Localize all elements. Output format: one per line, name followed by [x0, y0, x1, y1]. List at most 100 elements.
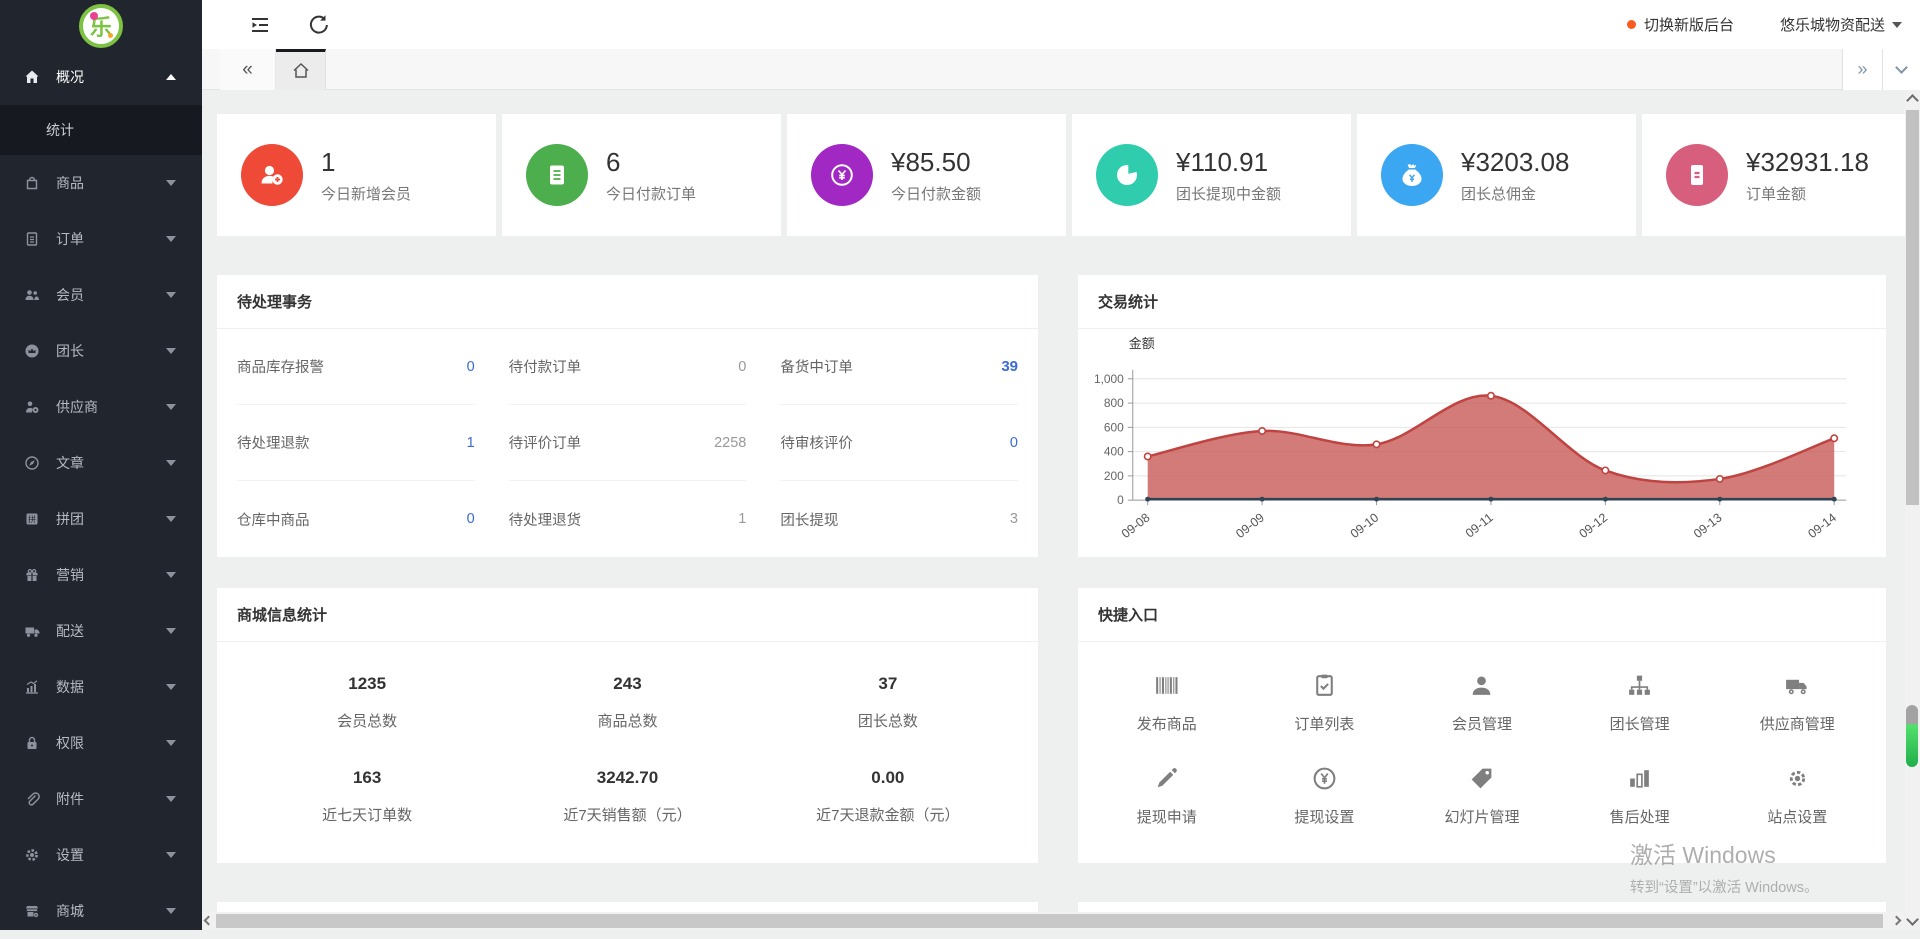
pending-value[interactable]: 3 — [1010, 511, 1018, 527]
stat-value: ¥3203.08 — [1461, 147, 1569, 178]
refresh-icon[interactable] — [306, 13, 330, 37]
chevron-down-icon — [166, 292, 176, 298]
sidebar-item-delivery[interactable]: 配送 — [0, 603, 202, 659]
quick-entry-supplier-management[interactable]: 供应商管理 — [1718, 656, 1876, 750]
scroll-up-arrow-icon[interactable] — [1906, 94, 1919, 107]
switch-new-admin-link[interactable]: 切换新版后台 — [1644, 14, 1734, 35]
pending-item-returns[interactable]: 待处理退货1 — [509, 481, 747, 557]
sidebar-item-settings[interactable]: 设置 — [0, 827, 202, 883]
sidebar-item-products[interactable]: 商品 — [0, 155, 202, 211]
panel-title: 快捷入口 — [1078, 588, 1886, 642]
pending-tasks-panel: 待处理事务 商品库存报警0 待付款订单0 备货中订单39 待处理退款1 待评价订… — [217, 275, 1038, 557]
sidebar-item-data[interactable]: 数据 — [0, 659, 202, 715]
quick-entry-order-list[interactable]: 订单列表 — [1246, 656, 1404, 750]
sidebar-item-group-buy[interactable]: 拼 拼团 — [0, 491, 202, 547]
sidebar-item-label: 营销 — [56, 565, 84, 585]
vertical-scrollbar[interactable] — [1905, 90, 1920, 930]
chevron-down-icon — [166, 908, 176, 914]
sidebar-item-suppliers[interactable]: 供应商 — [0, 379, 202, 435]
sidebar-item-permissions[interactable]: 权限 — [0, 715, 202, 771]
pending-item-stock-alert[interactable]: 商品库存报警0 — [237, 329, 475, 405]
scroll-left-arrow-icon[interactable] — [204, 916, 214, 926]
mall-stat-total-products: 243商品总数 — [497, 656, 757, 750]
status-dot — [1627, 20, 1636, 29]
pending-value[interactable]: 39 — [1001, 358, 1018, 375]
inner-scroll-indicator[interactable] — [1906, 705, 1918, 767]
sidebar-item-label: 数据 — [56, 677, 84, 697]
chevron-down-icon — [166, 460, 176, 466]
sidebar-item-marketing[interactable]: 营销 — [0, 547, 202, 603]
sidebar-item-attachments[interactable]: 附件 — [0, 771, 202, 827]
quick-entry-withdrawal-request[interactable]: 提现申请 — [1088, 750, 1246, 844]
chevron-down-icon — [166, 684, 176, 690]
mall-stats-grid: 1235会员总数 243商品总数 37团长总数 163近七天订单数 3242.7… — [217, 642, 1038, 863]
pending-value[interactable]: 2258 — [714, 435, 746, 451]
compass-icon — [24, 455, 40, 471]
sidebar-item-articles[interactable]: 文章 — [0, 435, 202, 491]
stat-card-order-amount: ¥32931.18订单金额 — [1642, 114, 1905, 236]
mall-stat-total-leaders: 37团长总数 — [758, 656, 1018, 750]
stat-card-withdrawing-amount: ¥110.91团长提现中金额 — [1072, 114, 1351, 236]
sidebar-item-group-leader[interactable]: 团长 — [0, 323, 202, 379]
pending-value[interactable]: 0 — [467, 359, 475, 375]
tabbar: « » — [202, 49, 1920, 90]
receipt-icon — [1682, 160, 1712, 190]
panel-title: 待处理事务 — [217, 275, 1038, 329]
chevron-down-icon — [166, 348, 176, 354]
tab-home[interactable] — [276, 49, 326, 90]
quick-entry-member-management[interactable]: 会员管理 — [1403, 656, 1561, 750]
scroll-right-arrow-icon[interactable] — [1892, 916, 1902, 926]
sidebar-item-label: 商城 — [56, 901, 84, 921]
chevron-down-icon — [166, 852, 176, 858]
tabs-scroll-right-button[interactable]: » — [1842, 49, 1882, 90]
pending-value[interactable]: 1 — [467, 435, 475, 451]
user-icon — [1468, 672, 1495, 699]
svg-text:拼: 拼 — [28, 514, 36, 524]
sidebar-item-label: 拼团 — [56, 509, 84, 529]
app-logo[interactable]: 乐 — [0, 0, 202, 49]
stat-card-paid-amount: ¥85.50今日付款金额 — [787, 114, 1066, 236]
scroll-down-arrow-icon[interactable] — [1906, 913, 1919, 926]
pending-item-review-orders[interactable]: 待评价订单2258 — [509, 405, 747, 481]
sidebar-item-mall[interactable]: 商城 — [0, 883, 202, 939]
sidebar-item-statistics[interactable]: 统计 — [0, 105, 202, 155]
pending-value[interactable]: 0 — [467, 511, 475, 527]
horizontal-scrollbar-thumb[interactable] — [216, 914, 1883, 928]
pending-item-unpaid-orders[interactable]: 待付款订单0 — [509, 329, 747, 405]
quick-entry-slideshow-management[interactable]: 幻灯片管理 — [1403, 750, 1561, 844]
barcode-icon — [1153, 672, 1180, 699]
sidebar-item-label: 附件 — [56, 789, 84, 809]
quick-entry-withdrawal-settings[interactable]: 提现设置 — [1246, 750, 1404, 844]
quick-entry-aftersales[interactable]: 售后处理 — [1561, 750, 1719, 844]
tabs-scroll-left-button[interactable]: « — [220, 49, 276, 90]
vertical-scrollbar-thumb[interactable] — [1906, 110, 1919, 505]
pending-value[interactable]: 1 — [738, 511, 746, 527]
horizontal-scrollbar[interactable] — [202, 912, 1905, 930]
pending-item-review-audit[interactable]: 待审核评价0 — [780, 405, 1018, 481]
crown-face-icon — [24, 343, 40, 359]
sidebar-item-overview[interactable]: 概况 — [0, 49, 202, 105]
quick-entry-leader-management[interactable]: 团长管理 — [1561, 656, 1719, 750]
sidebar-item-members[interactable]: 会员 — [0, 267, 202, 323]
mall-stat-week-refunds: 0.00近7天退款金额（元） — [758, 750, 1018, 844]
pending-item-refunds[interactable]: 待处理退款1 — [237, 405, 475, 481]
sidebar-toggle-icon[interactable] — [248, 13, 272, 37]
tabs-dropdown-button[interactable] — [1882, 49, 1920, 90]
logo-dot-orange — [108, 33, 113, 38]
quick-entry-panel: 快捷入口 发布商品 订单列表 会员管理 团长管理 供应商管理 — [1078, 588, 1886, 863]
document-lines-icon — [542, 160, 572, 190]
account-dropdown[interactable]: 悠乐城物资配送 — [1780, 14, 1902, 35]
pending-value[interactable]: 0 — [1010, 435, 1018, 451]
quick-entry-publish-product[interactable]: 发布商品 — [1088, 656, 1246, 750]
svg-text:金额: 金额 — [1129, 336, 1155, 351]
quick-entry-site-settings[interactable]: 站点设置 — [1718, 750, 1876, 844]
sidebar-item-orders[interactable]: 订单 — [0, 211, 202, 267]
mall-stat-week-orders: 163近七天订单数 — [237, 750, 497, 844]
stat-label: 今日新增会员 — [321, 183, 411, 204]
pie-chart-icon — [1112, 160, 1142, 190]
pending-item-leader-withdrawal[interactable]: 团长提现3 — [780, 481, 1018, 557]
pending-item-stocking-orders[interactable]: 备货中订单39 — [780, 329, 1018, 405]
mall-stat-total-members: 1235会员总数 — [237, 656, 497, 750]
pending-item-warehouse-goods[interactable]: 仓库中商品0 — [237, 481, 475, 557]
pending-value[interactable]: 0 — [738, 359, 746, 375]
